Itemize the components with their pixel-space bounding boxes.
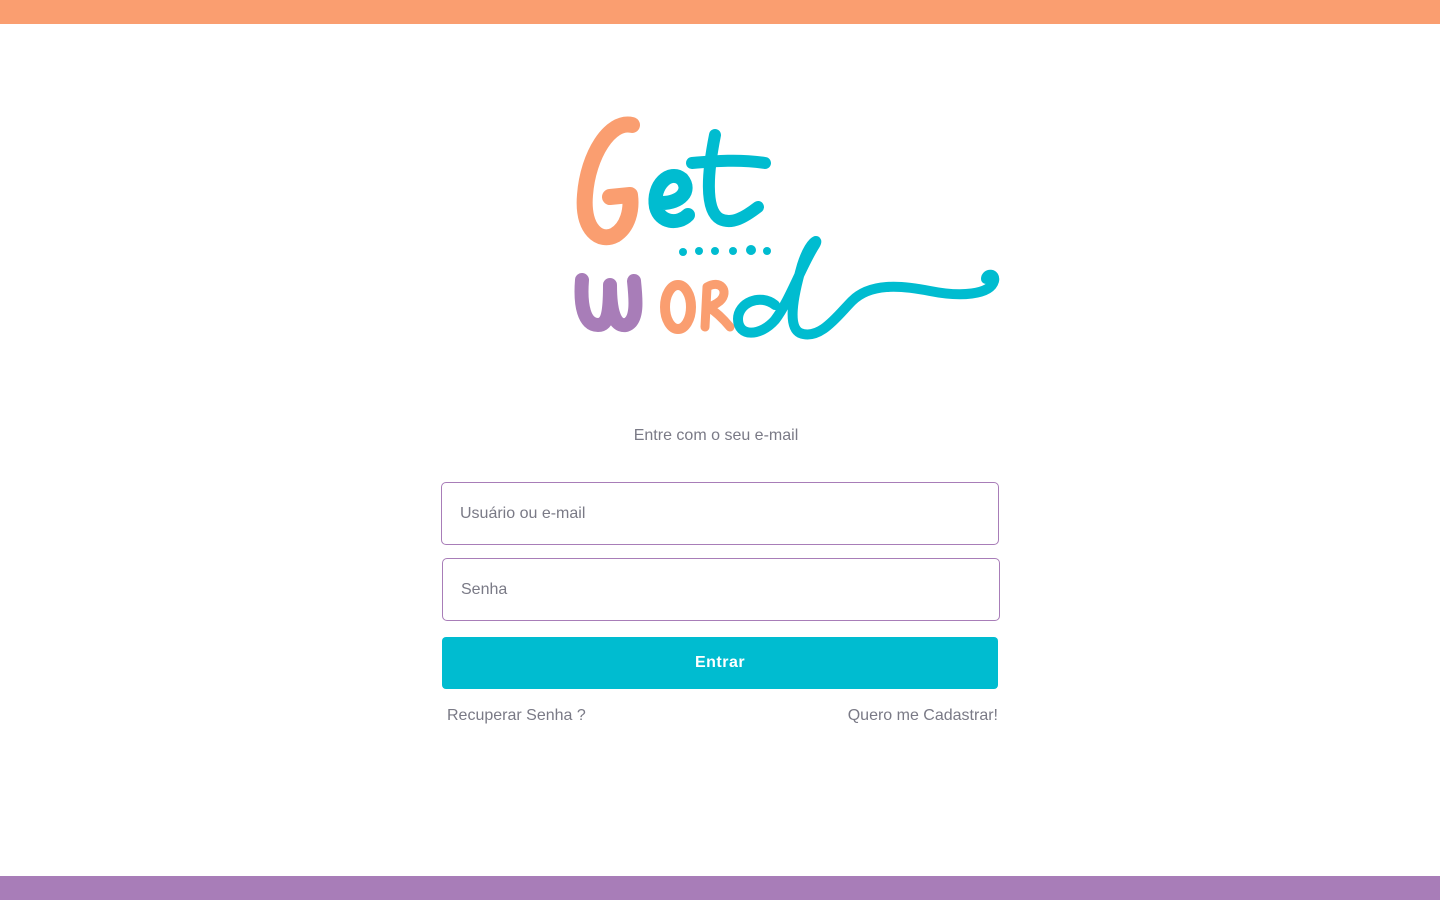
getword-logo-icon [574, 116, 1000, 340]
getword-logo [570, 115, 1010, 350]
login-page: Entre com o seu e-mail Entrar Recuperar … [0, 0, 1440, 900]
password-input[interactable] [442, 558, 1000, 621]
login-subtitle: Entre com o seu e-mail [633, 427, 799, 444]
signup-link[interactable]: Quero me Cadastrar! [848, 707, 998, 725]
login-button[interactable]: Entrar [442, 637, 998, 689]
username-email-input[interactable] [441, 482, 999, 545]
recover-password-link[interactable]: Recuperar Senha ? [447, 707, 586, 725]
top-accent-bar [0, 0, 1440, 24]
bottom-accent-bar [0, 876, 1440, 900]
